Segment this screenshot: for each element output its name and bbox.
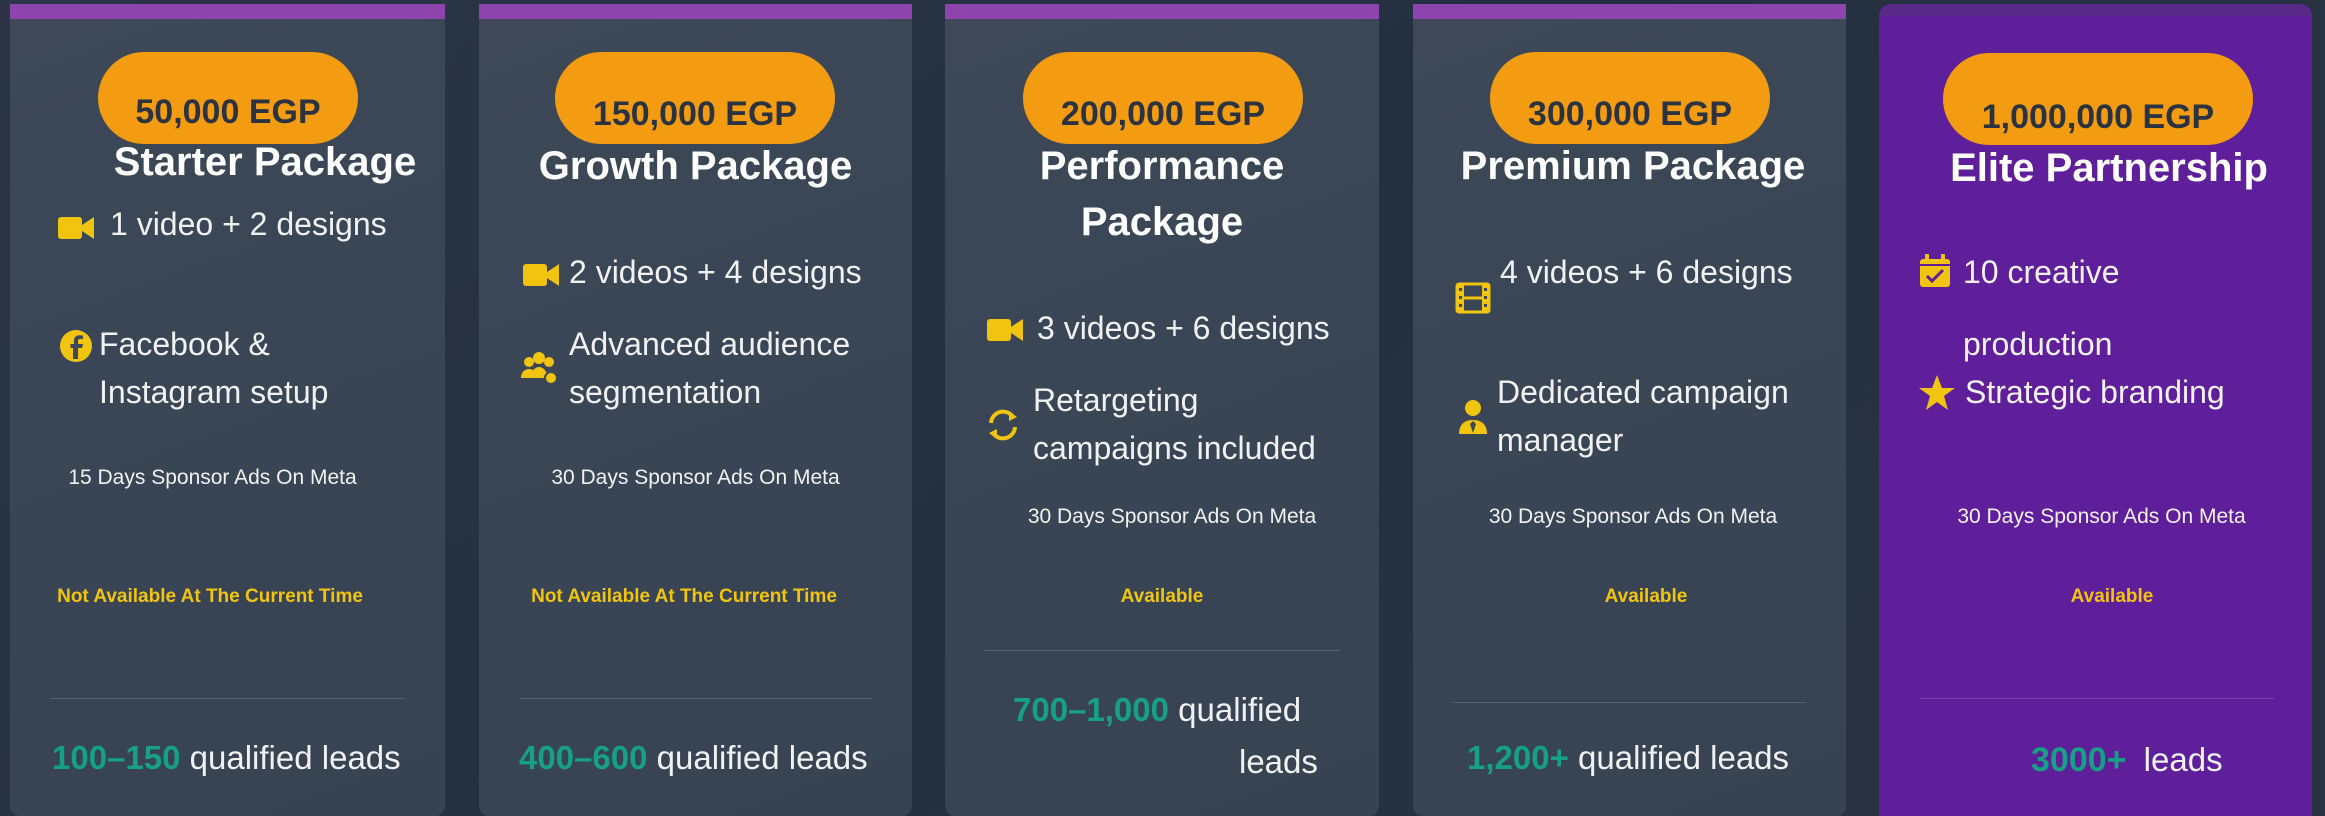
qualified-leads: 1,200+ qualified leads: [1467, 732, 1789, 784]
card-top-bar: [1879, 4, 2312, 16]
feature-text: Retargeting: [1033, 382, 1199, 418]
qualified-leads: 700–1,000 qualified: [1013, 684, 1301, 736]
availability-status: Not Available At The Current Time: [531, 586, 837, 607]
feature-text: 2 videos + 4 designs: [569, 254, 862, 290]
card-top-bar: [945, 4, 1379, 19]
pricing-card-growth: 150,000 EGP Growth Package 2 videos + 4 …: [479, 4, 912, 816]
availability-status: Not Available At The Current Time: [57, 586, 363, 607]
feature-text: 1 video + 2 designs: [110, 206, 387, 242]
card-top-bar: [10, 4, 445, 19]
package-title: Growth Package: [538, 144, 853, 188]
ads-duration: 30 Days Sponsor Ads On Meta: [1488, 505, 1778, 528]
card-top-bar: [479, 4, 912, 19]
feature-text: campaigns included: [1033, 430, 1316, 466]
card-top-bar: [1413, 4, 1846, 19]
leads-label: qualified: [1178, 691, 1302, 728]
feature-text: production: [1963, 326, 2113, 362]
leads-label: qualified leads: [189, 739, 401, 776]
feature-text: 10 creative: [1963, 254, 2120, 290]
feature-text: Dedicated campaign: [1497, 374, 1789, 410]
package-title: Elite Partnership: [1950, 146, 2268, 190]
leads-label: qualified leads: [656, 739, 868, 776]
feature-text: segmentation: [569, 374, 762, 410]
film-icon: [1455, 282, 1491, 314]
price-badge: 1,000,000 EGP: [1943, 53, 2253, 145]
leads-number: 700–1,000: [1013, 691, 1169, 728]
leads-number: 100–150: [52, 739, 181, 776]
feature-text: Advanced audience: [569, 326, 851, 362]
ads-duration: 30 Days Sponsor Ads On Meta: [1027, 505, 1317, 528]
divider: [1453, 702, 1806, 703]
audience-group-icon: [521, 352, 558, 385]
feature-text: 3 videos + 6 designs: [1037, 310, 1330, 346]
leads-number: 3000+: [2031, 741, 2127, 779]
availability-status: Available: [2070, 586, 2154, 607]
price-badge: 200,000 EGP: [1023, 52, 1303, 144]
price-badge: 150,000 EGP: [555, 52, 835, 144]
divider: [1919, 698, 2274, 699]
price-badge: 300,000 EGP: [1490, 52, 1770, 144]
feature-text: Facebook &: [99, 326, 270, 362]
divider: [519, 698, 872, 699]
package-title: Performance: [1039, 144, 1285, 188]
qualified-leads: 400–600 qualified leads: [519, 732, 868, 784]
package-title: Starter Package: [113, 140, 417, 184]
price-badge: 50,000 EGP: [98, 52, 358, 144]
qualified-leads: 3000+ leads: [2031, 734, 2223, 786]
refresh-icon: [989, 409, 1017, 441]
divider: [985, 650, 1340, 651]
pricing-card-performance: 200,000 EGP Performance Package 3 videos…: [945, 4, 1379, 816]
availability-status: Available: [1604, 586, 1688, 607]
availability-status: Available: [1120, 586, 1204, 607]
star-icon: [1919, 375, 1955, 410]
feature-text: Instagram setup: [99, 374, 329, 410]
package-title: Package: [1080, 200, 1244, 244]
calendar-check-icon: [1920, 254, 1950, 287]
divider: [50, 698, 405, 699]
video-camera-icon: [523, 264, 559, 286]
ads-duration: 30 Days Sponsor Ads On Meta: [551, 466, 840, 489]
feature-text: 4 videos + 6 designs: [1500, 254, 1793, 290]
pricing-card-starter: 50,000 EGP Starter Package 1 video + 2 d…: [10, 4, 445, 816]
leads-label: leads: [2143, 741, 2223, 778]
pricing-card-premium: 300,000 EGP Premium Package 4 videos + 6…: [1413, 4, 1846, 816]
leads-number: 1,200+: [1467, 739, 1569, 776]
leads-label: qualified leads: [1578, 739, 1790, 776]
leads-label: leads: [1239, 743, 1318, 780]
video-camera-icon: [987, 319, 1023, 341]
manager-icon: [1459, 400, 1487, 434]
feature-text: Strategic branding: [1965, 374, 2225, 410]
ads-duration: 15 Days Sponsor Ads On Meta: [68, 466, 357, 489]
video-camera-icon: [58, 217, 94, 239]
pricing-card-elite: 1,000,000 EGP Elite Partnership 10 creat…: [1879, 4, 2312, 816]
package-title: Premium Package: [1460, 144, 1806, 188]
leads-number: 400–600: [519, 739, 648, 776]
ads-duration: 30 Days Sponsor Ads On Meta: [1957, 505, 2246, 528]
facebook-icon: [60, 330, 92, 362]
feature-text: manager: [1497, 422, 1624, 458]
qualified-leads: 100–150 qualified leads: [52, 732, 401, 784]
